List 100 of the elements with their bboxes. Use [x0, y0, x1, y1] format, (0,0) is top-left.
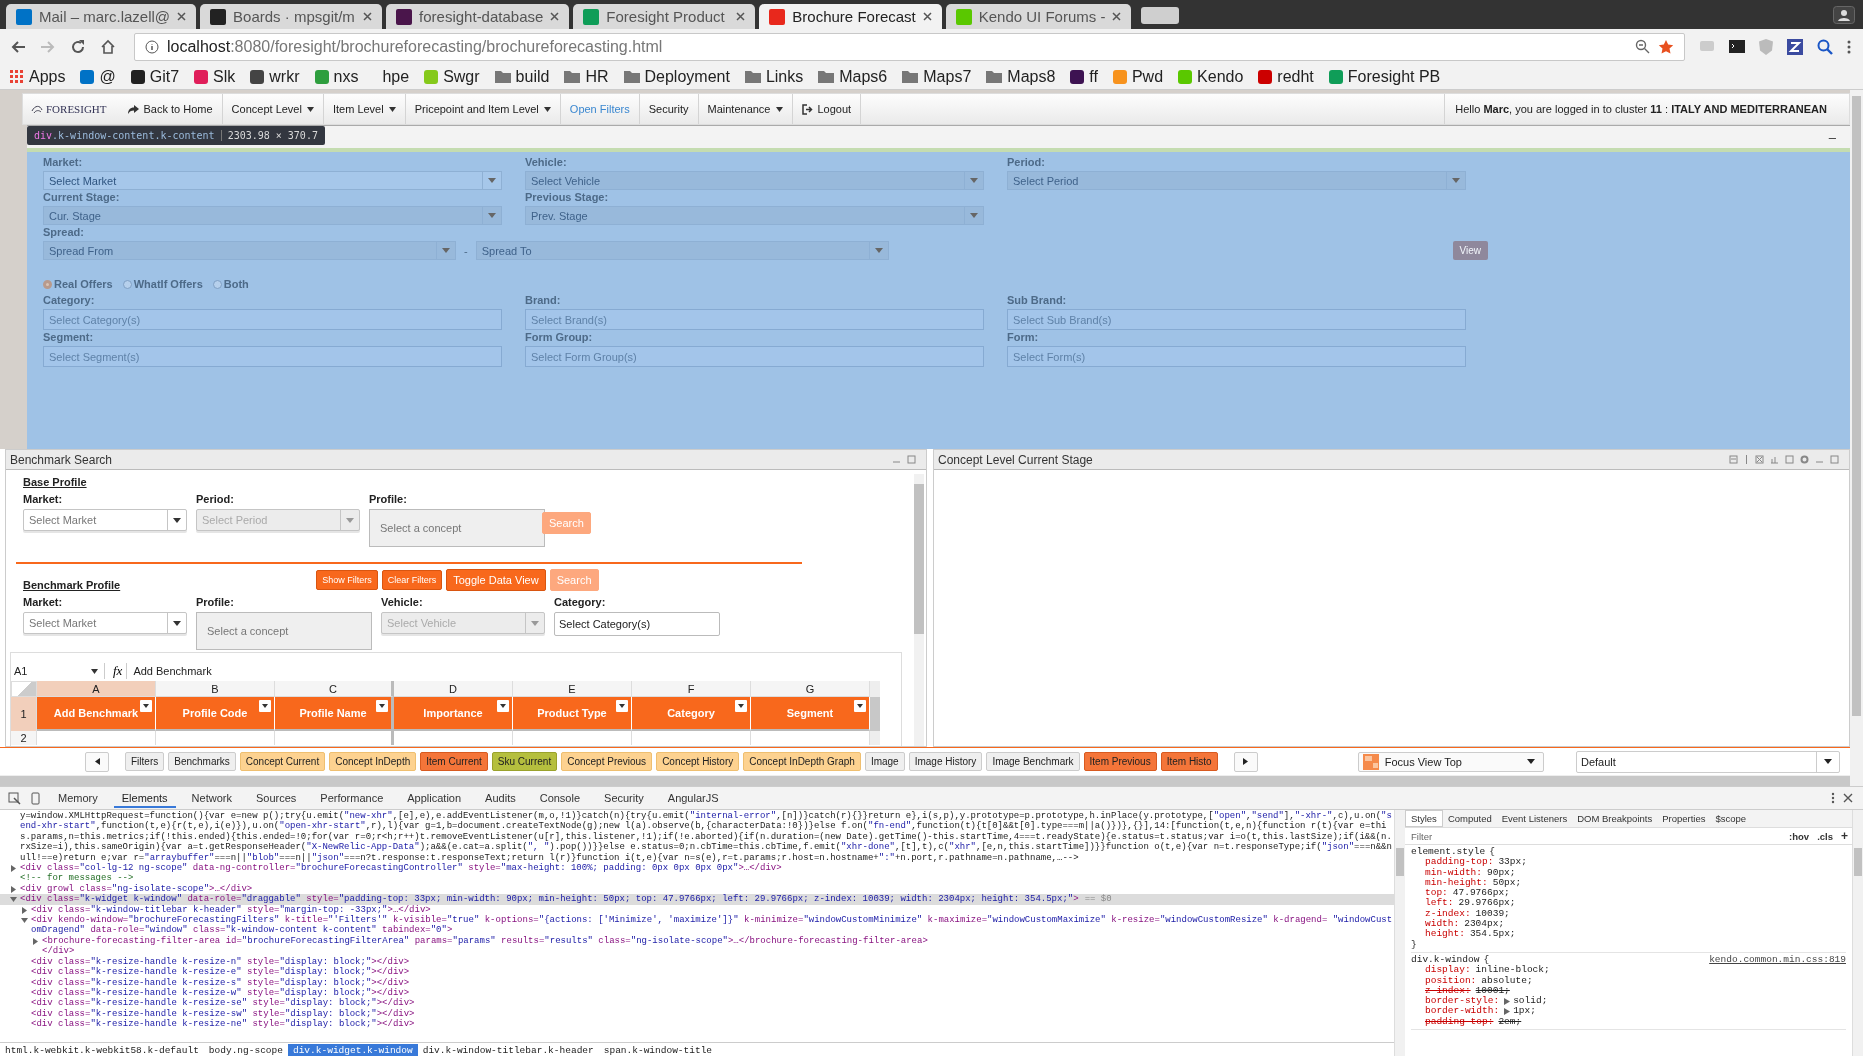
dropdown[interactable]: Select Market	[23, 612, 187, 634]
css-value[interactable]: 1px;	[1513, 1006, 1536, 1017]
scroll-left-button[interactable]	[85, 751, 109, 772]
code-line[interactable]: <div class="k-resize-handle k-resize-se" style="display: block;"></div>	[31, 998, 415, 1009]
css-value[interactable]: 29.9766px;	[1458, 898, 1516, 909]
code-line[interactable]: </div>	[42, 946, 75, 957]
css-property[interactable]: display:	[1425, 965, 1471, 976]
settings-icon[interactable]	[1800, 455, 1809, 464]
filter-dropdown-icon[interactable]	[497, 700, 509, 712]
devtools-tab[interactable]: Sources	[247, 788, 305, 808]
scrollbar[interactable]	[870, 697, 880, 731]
css-property[interactable]: z-index:	[1425, 985, 1471, 997]
browser-tab[interactable]: Mail – marc.lazell@	[6, 4, 197, 29]
concept-field[interactable]: Select a concept	[196, 612, 372, 650]
bookmark[interactable]: ff	[1070, 67, 1098, 86]
bookmark[interactable]: nxs	[314, 67, 359, 86]
styles-tab[interactable]: Styles	[1405, 810, 1443, 827]
css-property[interactable]: padding-top:	[1425, 857, 1494, 868]
row-header[interactable]: 2	[11, 731, 37, 745]
bookmark[interactable]: Swgr	[424, 67, 480, 86]
star-icon[interactable]	[1658, 38, 1674, 55]
bookmark[interactable]: Git7	[130, 67, 180, 86]
close-icon[interactable]	[550, 12, 560, 21]
bookmark[interactable]: Apps	[10, 67, 66, 86]
column-header[interactable]: D	[394, 681, 513, 697]
devtools-tab[interactable]: Audits	[477, 788, 524, 808]
bookmark[interactable]: HR	[564, 67, 609, 86]
multiselect-field[interactable]: Select Sub Brand(s)	[1007, 309, 1466, 330]
scrollbar[interactable]	[914, 474, 924, 746]
css-property[interactable]: height:	[1425, 929, 1465, 940]
styles-tab[interactable]: Properties	[1657, 811, 1711, 826]
menu-icon[interactable]	[1847, 39, 1851, 54]
column-header[interactable]: G	[751, 681, 870, 697]
multiselect-field[interactable]: Select Form(s)	[1007, 346, 1466, 367]
close-icon[interactable]	[1112, 12, 1122, 21]
bookmark[interactable]: Maps8	[986, 67, 1056, 86]
view-tab[interactable]: Concept Previous	[561, 752, 653, 771]
close-icon[interactable]	[736, 12, 746, 21]
row-header[interactable]: 1	[11, 697, 37, 731]
address-bar[interactable]: localhost:8080/foresight/brochureforecasting/brochureforecasting.html	[134, 32, 1685, 61]
view-tab[interactable]: Concept Current	[239, 752, 326, 771]
multiselect-field[interactable]: Select Segment(s)	[43, 346, 502, 367]
css-property[interactable]: min-height:	[1425, 877, 1488, 889]
css-property[interactable]: top:	[1425, 888, 1448, 899]
breadcrumb[interactable]: html.k-webkit.k-webkit58.k-default	[0, 1044, 204, 1056]
radio-button[interactable]	[122, 279, 132, 289]
view-tab[interactable]: Sku Current	[491, 752, 558, 771]
filter-dropdown-icon[interactable]	[259, 700, 271, 712]
disclosure-triangle-icon[interactable]	[10, 896, 17, 904]
view-tab[interactable]: Image	[864, 752, 905, 771]
inspect-icon[interactable]	[8, 791, 21, 805]
expand-triangle-icon[interactable]	[1504, 998, 1511, 1006]
minimize-button[interactable]: –	[1824, 129, 1840, 145]
css-property[interactable]: left:	[1425, 898, 1454, 909]
css-property[interactable]: border-width:	[1425, 1006, 1500, 1017]
view-tab[interactable]: Image Benchmark	[986, 752, 1080, 771]
nav-menu[interactable]: Concept Level	[222, 94, 324, 124]
disclosure-triangle-icon[interactable]	[32, 937, 39, 945]
close-icon[interactable]	[177, 12, 187, 21]
multiselect-field[interactable]: Select Brand(s)	[525, 309, 984, 330]
code-line[interactable]: <div class="k-resize-handle k-resize-n" style="display: block;"></div>	[31, 956, 410, 968]
bookmark[interactable]: Pwd	[1112, 67, 1164, 86]
css-property[interactable]: z-index:	[1425, 908, 1471, 920]
disclosure-triangle-icon[interactable]	[10, 865, 17, 873]
view-tab[interactable]: Image History	[908, 752, 983, 771]
multiselect-field[interactable]: Select Category(s)	[43, 309, 502, 330]
hover-state-toggle[interactable]: :hov	[1789, 830, 1810, 842]
code-line[interactable]: <div class="k-resize-handle k-resize-sw" style="display: block;"></div>	[31, 1008, 415, 1020]
bookmark[interactable]: hpe	[373, 67, 410, 86]
info-icon[interactable]	[145, 39, 159, 54]
bookmark[interactable]: redht	[1258, 67, 1314, 86]
browser-tab[interactable]: Boards · mpsgit/m	[200, 4, 383, 29]
bookmark[interactable]: wrkr	[250, 67, 300, 86]
bookmark[interactable]: Deployment	[623, 67, 730, 86]
multiselect-field[interactable]: Select Category(s)	[554, 612, 720, 636]
nav-button[interactable]: Back to Home	[118, 94, 223, 124]
code-line[interactable]: <div class="k-resize-handle k-resize-s" style="display: block;"></div>	[31, 977, 410, 988]
multiselect-field[interactable]: Select Form Group(s)	[525, 346, 984, 367]
view-tab[interactable]: Concept History	[656, 752, 740, 771]
css-property[interactable]: position:	[1425, 975, 1477, 986]
devtools-tab[interactable]: Network	[183, 788, 240, 808]
styles-tab[interactable]: DOM Breakpoints	[1572, 811, 1658, 826]
close-icon[interactable]	[363, 12, 373, 21]
user-icon[interactable]	[1833, 6, 1855, 24]
menu-icon[interactable]	[1831, 792, 1835, 804]
view-dropdown[interactable]: Focus View Top	[1357, 751, 1544, 772]
browser-tab[interactable]: Foresight Product	[573, 4, 756, 29]
css-property[interactable]: width:	[1425, 919, 1460, 930]
styles-tab[interactable]: Computed	[1442, 811, 1497, 826]
scroll-right-button[interactable]	[1233, 751, 1258, 772]
source-link[interactable]: kendo.common.min.css:819	[1709, 954, 1846, 966]
expand-triangle-icon[interactable]	[1504, 1008, 1511, 1016]
bookmark[interactable]: Foresight PB	[1328, 67, 1441, 86]
devtools-tab[interactable]: Console	[531, 788, 589, 808]
home-icon[interactable]	[100, 38, 116, 55]
bookmark[interactable]: Slk	[194, 67, 236, 86]
css-value[interactable]: 47.9766px;	[1452, 888, 1510, 899]
search-icon[interactable]	[1817, 38, 1833, 55]
css-value[interactable]: 2em;	[1498, 1016, 1522, 1028]
class-toggle[interactable]: .cls	[1817, 830, 1833, 842]
